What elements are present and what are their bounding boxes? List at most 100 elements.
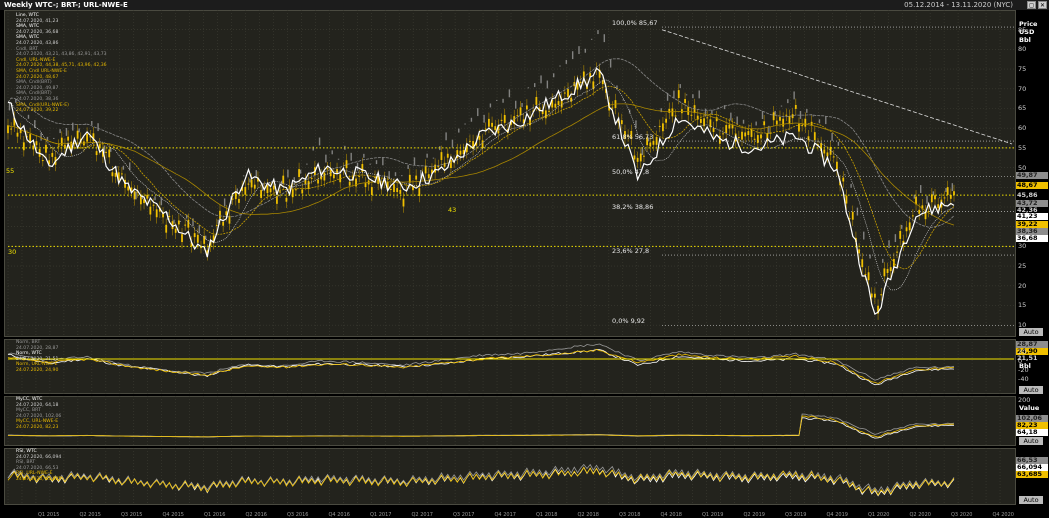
fib-level-label: 23,6% 27,8 <box>612 247 650 256</box>
url-candle-body <box>215 224 218 226</box>
url-candle-body <box>146 194 149 199</box>
brt-candle-body <box>654 126 656 128</box>
url-candle-body <box>51 152 54 157</box>
url-candle-body <box>10 128 13 130</box>
url-candle-body <box>813 132 816 141</box>
url-candle-body <box>918 209 921 214</box>
brt-candle-body <box>97 123 99 132</box>
url-candle-body <box>665 118 667 123</box>
brt-candle-body <box>571 51 574 60</box>
url-candle-body <box>7 125 9 134</box>
brt-candle-body <box>426 153 428 158</box>
brt-candle-body <box>711 110 713 115</box>
url-candle-body <box>858 249 860 254</box>
legend-entry: 24.07.2020, 24,90 <box>16 367 59 373</box>
brt-candle-body <box>938 197 941 199</box>
price-tick-label: 20 <box>1018 281 1027 290</box>
url-candle-body <box>886 269 889 273</box>
url-candle-body <box>484 128 487 130</box>
brt-candle-body <box>135 191 137 200</box>
url-candle-body <box>823 149 826 154</box>
url-candle-body <box>298 169 300 177</box>
brt-candle-body <box>350 152 352 161</box>
brt-candle-body <box>882 258 884 263</box>
brt-candle-body <box>698 90 700 99</box>
brt-candle-body <box>173 219 175 224</box>
price-last-value-tag: 49,87 <box>1016 172 1048 179</box>
url-candle-body <box>652 140 655 145</box>
url-candle-body <box>332 174 335 179</box>
time-axis-label: Q1 2015 <box>38 512 60 518</box>
legend-entry: 24.07.2020, 39,22 <box>16 108 59 114</box>
rsi-last-value-tag: 63,685 <box>1016 471 1048 478</box>
time-axis-label: Q4 2019 <box>826 512 848 518</box>
brt-candle-body <box>837 141 840 146</box>
brt-candle-body <box>793 91 795 100</box>
price-auto-button[interactable]: Auto <box>1019 328 1043 336</box>
mycc-last-value-tag: 64,18 <box>1016 429 1048 436</box>
brt-candle-body <box>445 132 447 141</box>
url-candle-body <box>317 179 319 184</box>
brt-candle-body <box>160 197 163 206</box>
url-candle-body <box>282 175 285 184</box>
url-candle-body <box>238 198 240 203</box>
brt-candle-body <box>483 114 485 123</box>
mycc-auto-button[interactable]: Auto <box>1019 437 1043 445</box>
brt-candle-body <box>242 175 245 177</box>
url-candle-body <box>567 88 569 97</box>
brt-candle-body <box>609 59 612 68</box>
url-candle-body <box>934 195 936 200</box>
url-candle-body <box>725 125 728 133</box>
url-candle-body <box>684 99 686 103</box>
url-candle-body <box>554 103 557 108</box>
time-axis-label: Q3 2016 <box>287 512 309 518</box>
brt-candle-body <box>53 137 55 139</box>
url-candle-body <box>794 104 797 109</box>
level-label-43: 43 <box>448 206 457 214</box>
brt-candle-body <box>122 165 125 170</box>
brt-candle-body <box>489 103 492 108</box>
url-candle-body <box>108 149 111 158</box>
brt-candle-body <box>154 196 156 201</box>
mycc-legend: MyCC, WTC 24.07.2020, 64,18 MyCC, BRT 24.07… <box>16 397 61 431</box>
time-axis-label: Q4 2020 <box>992 512 1014 518</box>
url-candle-body <box>481 140 484 149</box>
rsi-auto-button[interactable]: Auto <box>1019 496 1043 504</box>
brt-candle-body <box>742 119 745 124</box>
time-axis-label: Q2 2015 <box>79 512 101 518</box>
url-candle-body <box>706 117 709 119</box>
url-candle-body <box>687 107 690 115</box>
mycc-tick-label: 200 <box>1018 396 1031 404</box>
url-candle-body <box>864 274 867 276</box>
url-candle-body <box>127 186 130 191</box>
url-candle-body <box>946 187 949 195</box>
time-axis-label: Q1 2017 <box>370 512 392 518</box>
url-candle-body <box>57 145 60 147</box>
wtc-price-line <box>7 67 955 316</box>
norm-series-line <box>7 348 954 384</box>
brt-candle-body <box>578 46 580 55</box>
brt-candle-body <box>926 195 928 204</box>
price-tick-label: 55 <box>1018 143 1027 152</box>
url-candle-body <box>291 189 294 198</box>
brt-candle-body <box>375 160 378 165</box>
norm-legend: Norm, BRT 24.07.2020, 28,87 Norm, WTC 24.07… <box>16 340 58 374</box>
brt-candle-body <box>223 198 226 207</box>
price-tick-label: 65 <box>1018 104 1027 113</box>
url-candle-body <box>250 179 253 188</box>
brt-candle-body <box>919 185 922 193</box>
norm-auto-button[interactable]: Auto <box>1019 386 1043 394</box>
url-candle-body <box>870 293 873 298</box>
url-candle-body <box>908 222 911 231</box>
brt-candle-body <box>692 94 694 99</box>
url-candle-body <box>478 135 481 140</box>
url-candle-body <box>699 119 702 123</box>
brt-candle-body <box>730 112 732 121</box>
brt-candle-body <box>148 196 150 198</box>
url-candle-body <box>548 110 550 112</box>
url-candle-body <box>295 189 297 191</box>
brt-candle-body <box>8 102 11 111</box>
brt-candle-body <box>603 34 606 43</box>
url-candle-body <box>443 162 446 167</box>
brt-candle-body <box>951 183 954 192</box>
